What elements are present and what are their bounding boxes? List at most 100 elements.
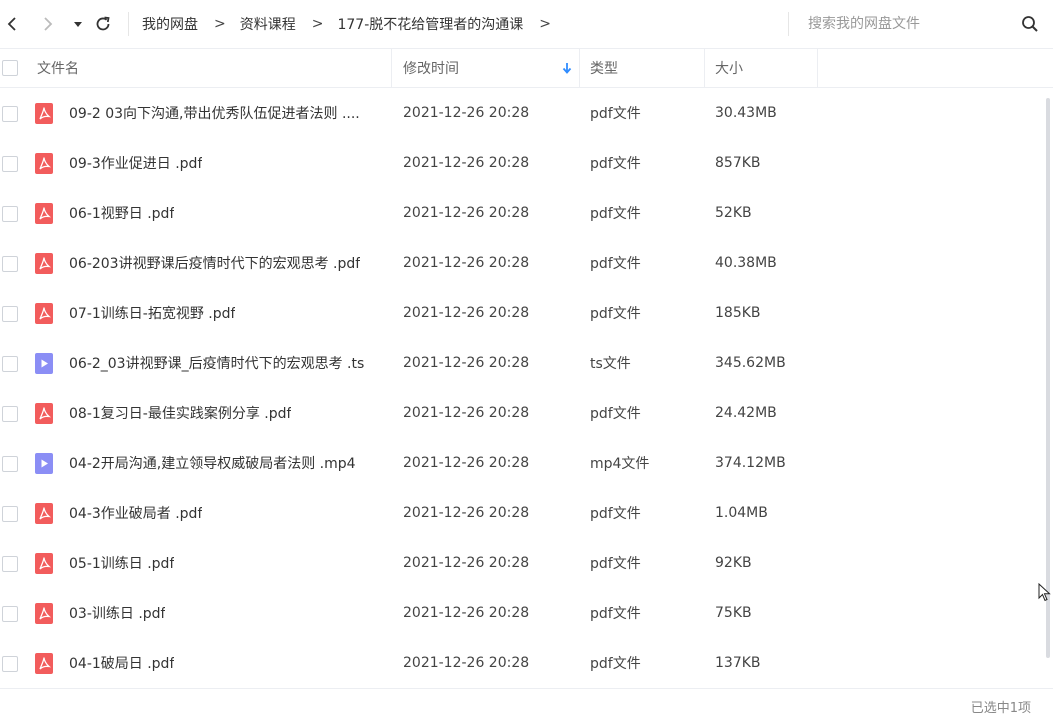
pdf-icon [35,153,53,174]
status-bar: 已选中1项 [0,688,1053,720]
file-name[interactable]: 06-1视野日 .pdf [69,188,174,238]
file-type: pdf文件 [590,406,641,422]
pdf-icon [35,203,53,224]
file-row[interactable]: 05-1训练日 .pdf 2021-12-26 20:28 pdf文件 92KB [0,538,1053,588]
file-name[interactable]: 05-1训练日 .pdf [69,538,174,588]
column-header-modified[interactable]: 修改时间 [403,48,459,87]
file-name[interactable]: 04-1破局日 .pdf [69,638,174,688]
row-checkbox[interactable] [2,156,18,172]
file-row[interactable]: 04-1破局日 .pdf 2021-12-26 20:28 pdf文件 137K… [0,638,1053,688]
file-size: 857KB [715,155,761,171]
file-type: pdf文件 [590,556,641,572]
file-name[interactable]: 07-1训练日-拓宽视野 .pdf [69,288,235,338]
file-name[interactable]: 09-3作业促进日 .pdf [69,138,202,188]
file-type: pdf文件 [590,306,641,322]
search-input[interactable] [808,12,1008,36]
file-list-header: 文件名 修改时间 类型 大小 [0,48,1053,88]
chevron-right-icon [44,17,53,31]
pdf-icon [35,403,53,424]
row-checkbox[interactable] [2,306,18,322]
file-row[interactable]: 07-1训练日-拓宽视野 .pdf 2021-12-26 20:28 pdf文件… [0,288,1053,338]
search-icon [1022,16,1038,32]
pdf-icon [35,553,53,574]
breadcrumb-item-current[interactable]: 177-脱不花给管理者的沟通课 [337,14,523,34]
row-checkbox[interactable] [2,106,18,122]
row-checkbox[interactable] [2,456,18,472]
file-modified: 2021-12-26 20:28 [403,505,530,521]
file-modified: 2021-12-26 20:28 [403,555,530,571]
history-dropdown-button[interactable] [68,14,88,34]
pdf-icon [35,103,53,124]
file-size: 185KB [715,305,761,321]
vertical-scrollbar[interactable] [1046,98,1050,658]
file-size: 75KB [715,605,752,621]
file-modified: 2021-12-26 20:28 [403,655,530,671]
file-row[interactable]: 06-1视野日 .pdf 2021-12-26 20:28 pdf文件 52KB [0,188,1053,238]
refresh-icon [96,16,110,31]
file-type: ts文件 [590,356,631,372]
file-name[interactable]: 04-2开局沟通,建立领导权威破局者法则 .mp4 [69,438,356,488]
top-navigation-bar: 我的网盘 > 资料课程 > 177-脱不花给管理者的沟通课 > [0,0,1053,49]
column-header-size[interactable]: 大小 [715,48,743,87]
row-checkbox[interactable] [2,256,18,272]
file-name[interactable]: 08-1复习日-最佳实践案例分享 .pdf [69,388,291,438]
breadcrumb-separator: > [311,16,324,32]
row-checkbox[interactable] [2,356,18,372]
file-name[interactable]: 09-2 03向下沟通,带出优秀队伍促进者法则 .... [69,88,360,138]
file-modified: 2021-12-26 20:28 [403,305,530,321]
file-row[interactable]: 03-训练日 .pdf 2021-12-26 20:28 pdf文件 75KB [0,588,1053,638]
back-button[interactable] [2,14,22,34]
file-name[interactable]: 04-3作业破局者 .pdf [69,488,202,538]
file-row[interactable]: 06-2_03讲视野课_后疫情时代下的宏观思考 .ts 2021-12-26 2… [0,338,1053,388]
sort-descending-icon[interactable] [560,60,574,76]
refresh-button[interactable] [93,14,113,34]
row-checkbox[interactable] [2,556,18,572]
row-checkbox[interactable] [2,606,18,622]
file-size: 137KB [715,655,761,671]
forward-button[interactable] [38,14,58,34]
row-checkbox[interactable] [2,506,18,522]
file-modified: 2021-12-26 20:28 [403,155,530,171]
file-name[interactable]: 06-203讲视野课后疫情时代下的宏观思考 .pdf [69,238,360,288]
file-modified: 2021-12-26 20:28 [403,405,530,421]
caret-down-icon [74,22,82,27]
row-checkbox[interactable] [2,206,18,222]
file-name[interactable]: 06-2_03讲视野课_后疫情时代下的宏观思考 .ts [69,338,364,388]
file-type: pdf文件 [590,256,641,272]
column-header-type[interactable]: 类型 [590,48,618,87]
pdf-icon [35,653,53,674]
file-size: 24.42MB [715,405,777,421]
file-row[interactable]: 09-3作业促进日 .pdf 2021-12-26 20:28 pdf文件 85… [0,138,1053,188]
breadcrumb-separator[interactable]: > [539,16,551,32]
column-divider [817,48,818,87]
file-row[interactable]: 08-1复习日-最佳实践案例分享 .pdf 2021-12-26 20:28 p… [0,388,1053,438]
column-header-name[interactable]: 文件名 [37,48,79,87]
file-modified: 2021-12-26 20:28 [403,455,530,471]
file-row[interactable]: 04-3作业破局者 .pdf 2021-12-26 20:28 pdf文件 1.… [0,488,1053,538]
file-size: 345.62MB [715,355,786,371]
select-all-checkbox[interactable] [2,60,18,76]
file-row[interactable]: 06-203讲视野课后疫情时代下的宏观思考 .pdf 2021-12-26 20… [0,238,1053,288]
row-checkbox[interactable] [2,406,18,422]
search-button[interactable] [1018,12,1042,36]
video-icon [35,353,53,374]
breadcrumb-item-courses[interactable]: 资料课程 [240,14,296,34]
file-modified: 2021-12-26 20:28 [403,605,530,621]
file-type: pdf文件 [590,106,641,122]
file-type: pdf文件 [590,206,641,222]
column-divider [391,48,392,87]
file-name[interactable]: 03-训练日 .pdf [69,588,165,638]
file-row[interactable]: 04-2开局沟通,建立领导权威破局者法则 .mp4 2021-12-26 20:… [0,438,1053,488]
selection-status: 已选中1项 [970,701,1031,716]
pdf-icon [35,603,53,624]
file-row[interactable]: 09-2 03向下沟通,带出优秀队伍促进者法则 .... 2021-12-26 … [0,88,1053,138]
file-list: 09-2 03向下沟通,带出优秀队伍促进者法则 .... 2021-12-26 … [0,88,1053,688]
breadcrumb-item-root[interactable]: 我的网盘 [142,14,198,34]
pdf-icon [35,503,53,524]
row-checkbox[interactable] [2,656,18,672]
file-size: 374.12MB [715,455,786,471]
file-size: 52KB [715,205,752,221]
file-modified: 2021-12-26 20:28 [403,255,530,271]
file-modified: 2021-12-26 20:28 [403,105,530,121]
breadcrumb: 我的网盘 > 资料课程 > 177-脱不花给管理者的沟通课 > [142,0,565,48]
